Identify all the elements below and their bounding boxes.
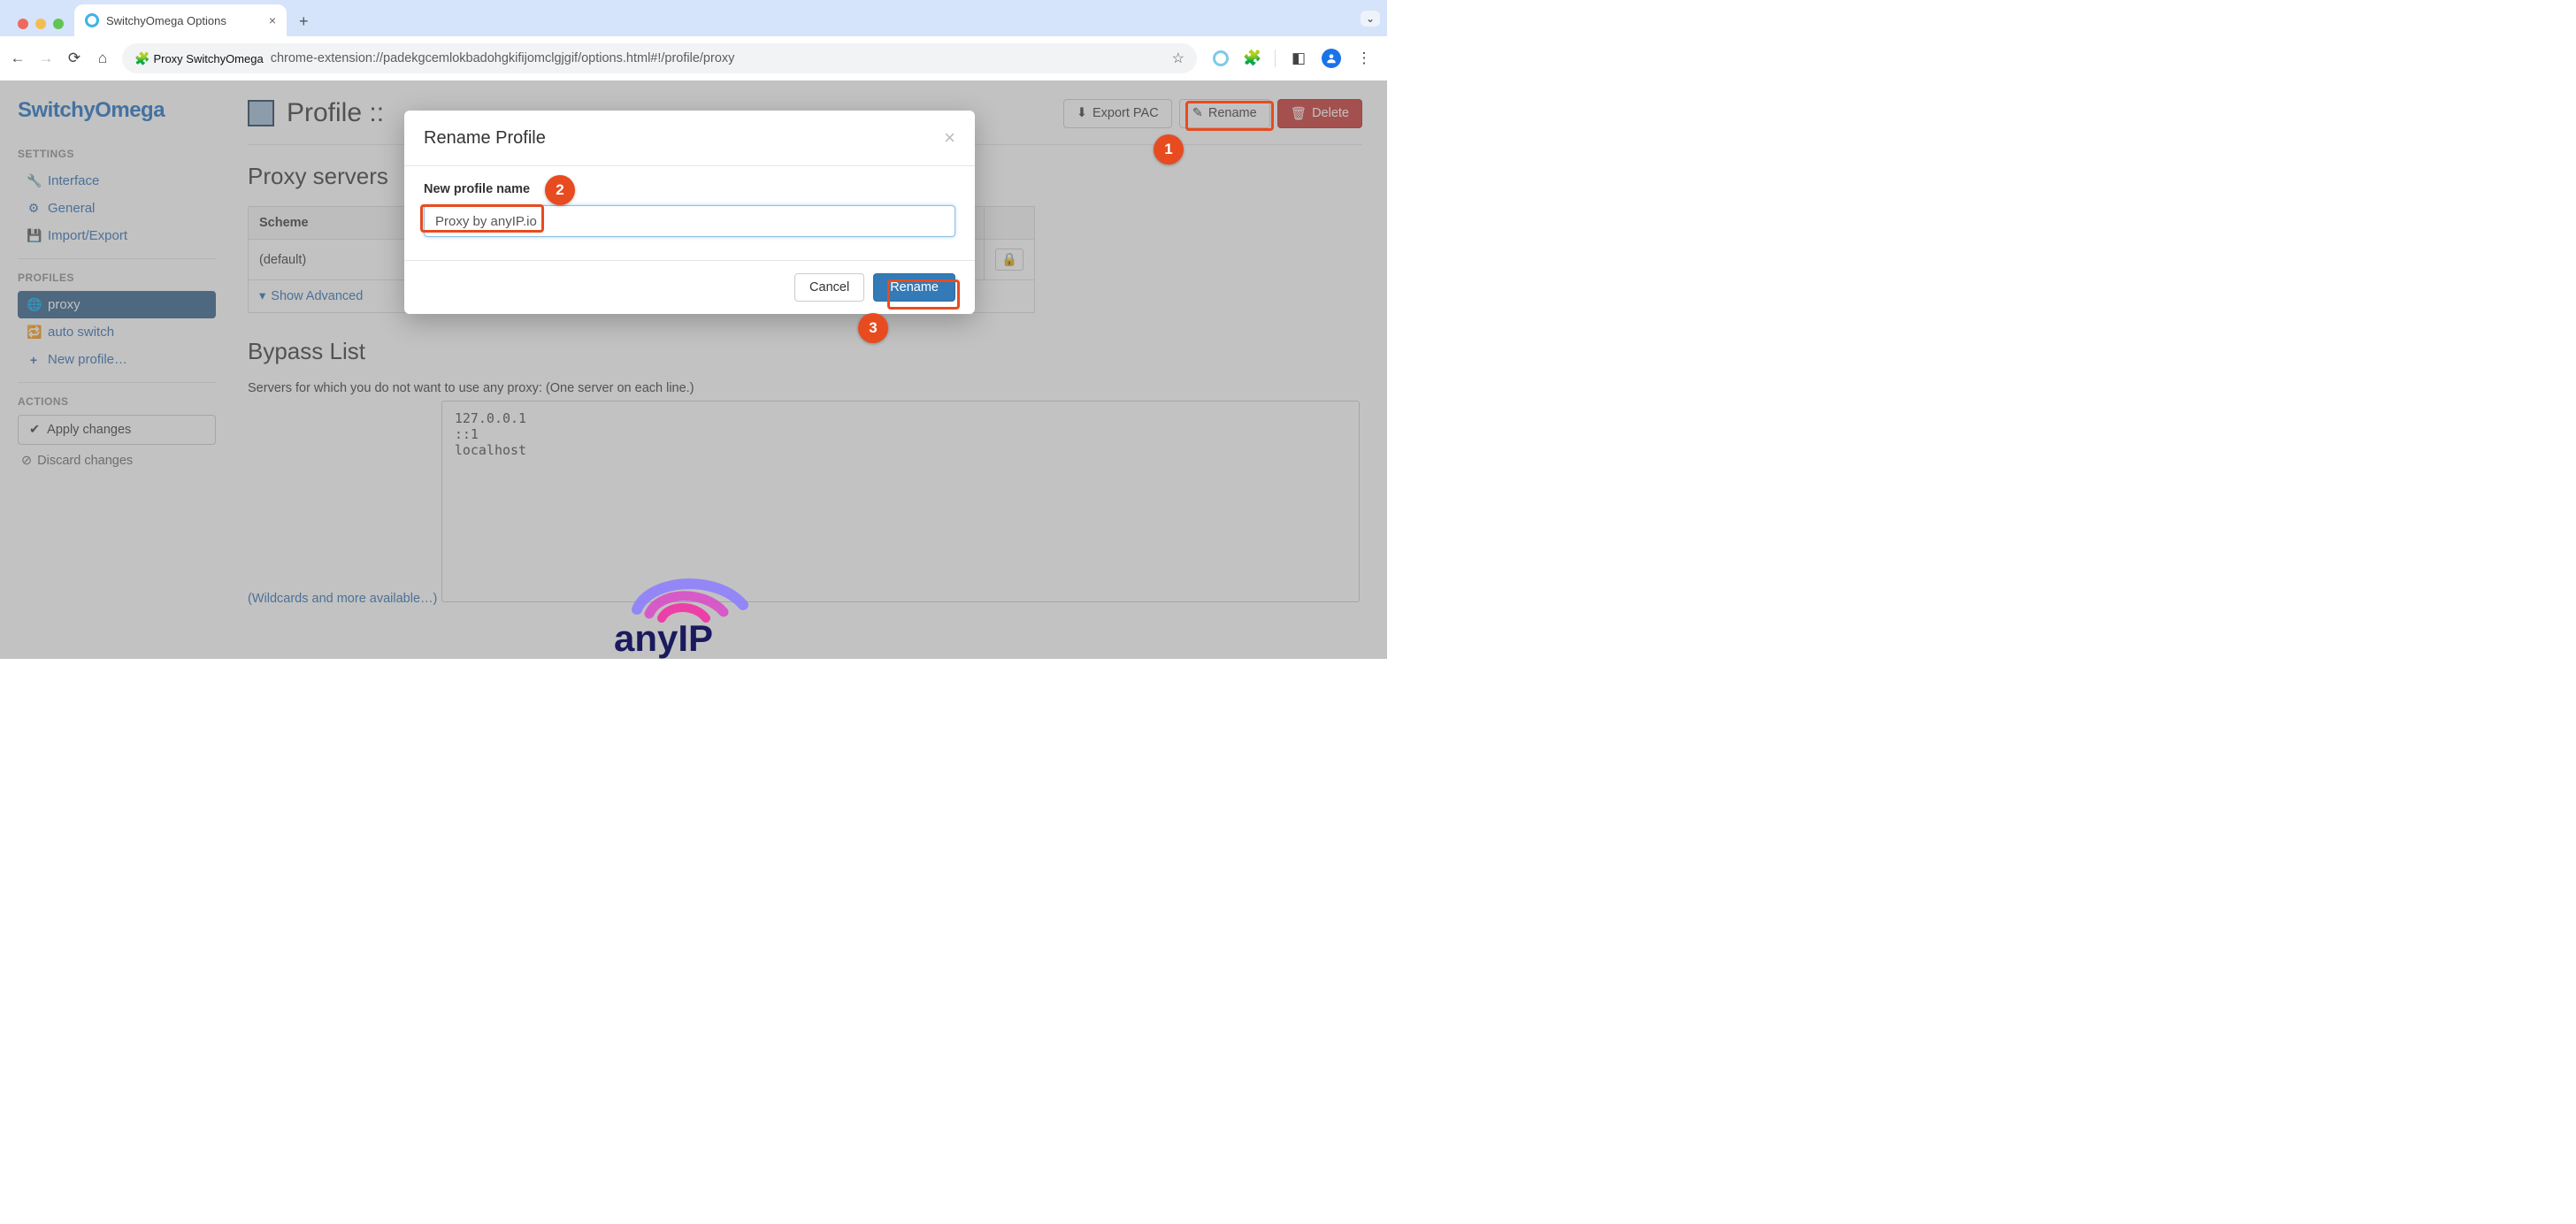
back-icon[interactable]: ← [9,50,27,67]
side-panel-icon[interactable]: ◧ [1290,50,1307,67]
close-tab-icon[interactable]: × [269,13,276,27]
modal-input-label: New profile name [424,182,955,196]
divider [1275,50,1276,67]
switchyomega-extension-icon[interactable] [1213,50,1229,66]
browser-toolbar: ← → ⟳ ⌂ 🧩 Proxy SwitchyOmega chrome-exte… [0,36,1387,80]
reload-icon[interactable]: ⟳ [65,50,83,67]
browser-tab[interactable]: SwitchyOmega Options × [74,4,287,36]
url-text: chrome-extension://padekgcemlokbadohgkif… [271,51,735,65]
callout-3: 3 [858,313,888,343]
extension-badge: 🧩 Proxy SwitchyOmega [134,51,264,66]
callout-1: 1 [1154,134,1184,164]
callout-2: 2 [545,175,575,205]
forward-icon: → [37,50,55,67]
tab-favicon-icon [85,13,99,27]
new-tab-button[interactable]: + [287,12,321,36]
modal-footer: Cancel Rename [404,260,975,314]
modal-title: Rename Profile [424,128,546,149]
modal-body: New profile name [404,166,975,260]
close-icon[interactable]: × [944,126,955,149]
address-bar[interactable]: 🧩 Proxy SwitchyOmega chrome-extension://… [122,43,1197,73]
rename-confirm-button[interactable]: Rename [873,273,955,302]
profile-avatar-icon[interactable] [1322,49,1341,68]
cancel-button[interactable]: Cancel [794,273,864,302]
home-icon[interactable]: ⌂ [94,50,111,67]
tab-title: SwitchyOmega Options [106,14,262,27]
extension-name: Proxy SwitchyOmega [153,52,263,65]
extensions-icon[interactable]: 🧩 [1243,50,1261,67]
minimize-window-icon[interactable] [35,19,46,29]
puzzle-icon: 🧩 [134,51,150,66]
modal-header: Rename Profile × [404,111,975,166]
tab-bar: SwitchyOmega Options × + ⌄ [0,0,1387,36]
tab-overflow-icon[interactable]: ⌄ [1361,11,1380,27]
kebab-menu-icon[interactable]: ⋮ [1355,50,1373,67]
browser-chrome: SwitchyOmega Options × + ⌄ ← → ⟳ ⌂ 🧩 Pro… [0,0,1387,80]
bookmark-star-icon[interactable]: ☆ [1172,50,1184,67]
toolbar-right-icons: 🧩 ◧ ⋮ [1208,49,1378,68]
maximize-window-icon[interactable] [53,19,64,29]
profile-name-input[interactable] [424,205,955,237]
rename-profile-modal: Rename Profile × New profile name Cancel… [404,111,975,314]
close-window-icon[interactable] [18,19,28,29]
window-controls [7,19,74,36]
